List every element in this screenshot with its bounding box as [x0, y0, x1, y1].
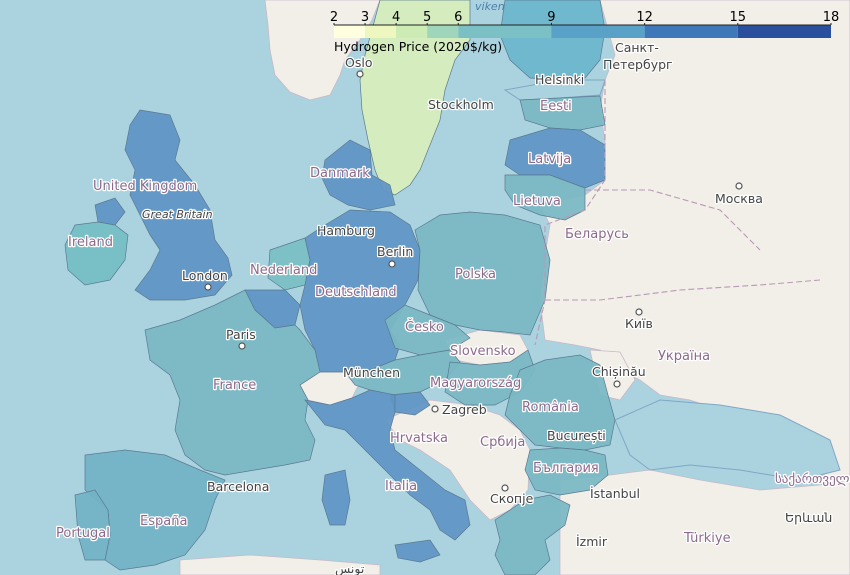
label-italia: Italia — [385, 479, 417, 494]
label-belarus: Беларусь — [565, 227, 629, 242]
legend-color-segment — [458, 25, 552, 38]
label-chisinau: Chișinău — [592, 364, 646, 379]
legend-color-segment — [334, 25, 366, 38]
label-skopje: Скопје — [490, 491, 534, 506]
legend-color-segment — [396, 25, 428, 38]
legend-title: Hydrogen Price (2020$/kg) — [334, 39, 502, 54]
label-oslo: Oslo — [345, 55, 372, 70]
label-zagreb: Zagreb — [442, 402, 487, 417]
legend-tick-label: 12 — [636, 10, 653, 25]
label-moskva: Москва — [715, 191, 763, 206]
legend-tick-label: 15 — [730, 10, 747, 25]
label-lietuva: Lietuva — [513, 194, 561, 209]
paris-marker — [238, 342, 246, 350]
legend-tick-label: 6 — [454, 10, 462, 25]
legend-color-segment — [737, 25, 831, 38]
label-paris: Paris — [226, 327, 256, 342]
label-portugal: Portugal — [56, 526, 110, 541]
label-france: France — [213, 378, 256, 393]
label-cesko: Česko — [405, 319, 444, 335]
label-turkiye: Türkiye — [683, 531, 731, 546]
label-slovensko: Slovensko — [450, 344, 516, 359]
label-london: London — [182, 268, 228, 283]
label-ireland: Ireland — [68, 235, 113, 250]
moskva-marker — [735, 182, 743, 190]
label-spb-1: Санкт- — [615, 40, 659, 55]
oslo-marker — [356, 70, 364, 78]
label-munchen: München — [343, 365, 400, 380]
label-latvija: Latvija — [528, 152, 571, 167]
label-romania: România — [522, 400, 579, 415]
label-bucuresti: București — [547, 428, 606, 443]
legend-color-segment — [551, 25, 645, 38]
zagreb-marker — [431, 405, 439, 413]
label-barcelona: Barcelona — [207, 479, 269, 494]
label-kyiv: Київ — [625, 316, 653, 331]
legend-tick-label: 4 — [392, 10, 400, 25]
legend-color-segment — [427, 25, 459, 38]
legend-tick-label: 9 — [547, 10, 555, 25]
label-ukraina: Україна — [658, 349, 710, 364]
label-magyarorszag: Magyarország — [430, 376, 521, 391]
label-helsinki: Helsinki — [535, 72, 584, 87]
berlin-marker — [388, 260, 396, 268]
legend-tick-label: 2 — [330, 10, 338, 25]
label-berlin: Berlin — [377, 244, 413, 259]
legend-color-segment — [644, 25, 738, 38]
label-nederland: Nederland — [250, 263, 317, 278]
skopje-marker — [501, 484, 509, 492]
legend-tick-label: 5 — [423, 10, 431, 25]
label-spb-2: Петербург — [603, 57, 673, 72]
london-marker — [204, 283, 212, 291]
map-canvas[interactable]: 2 3 4 5 6 9 12 15 18 Hydrogen Price (2020$/kg) O… — [0, 0, 850, 575]
legend-colorbar — [334, 25, 831, 38]
legend-color-segment — [365, 25, 397, 38]
label-deutschland: Deutschland — [315, 285, 397, 300]
label-bulgaria: България — [533, 461, 599, 476]
label-srbija: Србија — [480, 435, 525, 450]
chisinau-marker — [613, 380, 621, 388]
label-stockholm: Stockholm — [428, 97, 494, 112]
label-espana: España — [140, 514, 187, 529]
label-viken: viken — [475, 0, 505, 13]
label-tunis: تونس — [335, 561, 365, 575]
kyiv-marker — [635, 308, 643, 316]
label-eesti: Eesti — [540, 99, 572, 114]
legend-tick-label: 18 — [823, 10, 840, 25]
label-hrvatska: Hrvatska — [390, 431, 448, 446]
label-danmark: Danmark — [310, 166, 370, 181]
label-izmir: İzmir — [576, 534, 608, 549]
label-georgia: საქართველო — [775, 472, 850, 487]
label-polska: Polska — [455, 267, 496, 282]
legend-tick-label: 3 — [361, 10, 369, 25]
label-yerevan: Երևան — [785, 510, 832, 525]
label-uk: United Kingdom — [93, 179, 197, 194]
label-istanbul: İstanbul — [590, 486, 640, 501]
label-great-britain: Great Britain — [142, 208, 213, 221]
label-hamburg: Hamburg — [317, 223, 375, 238]
